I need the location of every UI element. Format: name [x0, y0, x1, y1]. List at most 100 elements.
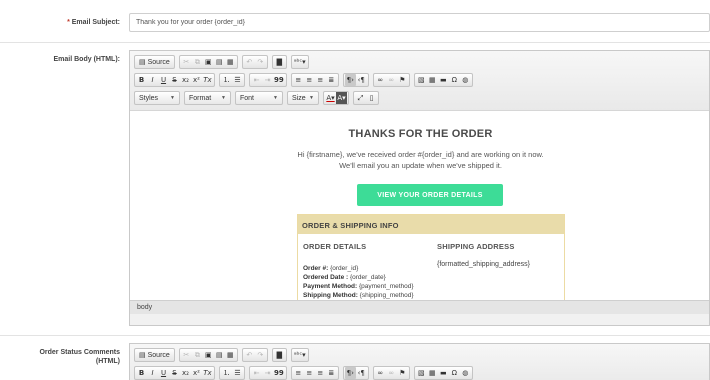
shipping-address-heading: SHIPPING ADDRESS — [437, 242, 515, 251]
redo-icon[interactable]: ↷ — [255, 349, 266, 361]
undo-icon[interactable]: ↶ — [244, 56, 255, 68]
strike-icon[interactable]: S — [169, 367, 180, 379]
email-intro: Hi {firstname}, we've received order #{o… — [297, 150, 544, 170]
superscript-icon[interactable]: x² — [191, 74, 202, 86]
undo-icon[interactable]: ↶ — [244, 349, 255, 361]
size-dropdown[interactable]: Size ▼ — [287, 91, 319, 105]
underline-icon[interactable]: U — [158, 367, 169, 379]
email-body-editor[interactable]: ▤ Source ✂ ⧉ ▣ ▤ ▦ ↶ ↷ ▇ ᵃᵇᶜ▾ B I U S x₂… — [129, 50, 710, 326]
font-dropdown[interactable]: Font ▼ — [235, 91, 283, 105]
ltr-icon[interactable]: ¶› — [344, 367, 356, 379]
view-order-details-button[interactable]: VIEW YOUR ORDER DETAILS — [357, 184, 503, 206]
outdent-icon[interactable]: ⇤ — [251, 74, 262, 86]
outdent-icon[interactable]: ⇤ — [251, 367, 262, 379]
italic-icon[interactable]: I — [147, 367, 158, 379]
rtl-icon[interactable]: ‹¶ — [356, 367, 367, 379]
paste-text-icon[interactable]: ▤ — [214, 56, 225, 68]
bulleted-list-icon[interactable]: ☰ — [232, 367, 243, 379]
paste-word-icon[interactable]: ▦ — [225, 349, 236, 361]
subscript-icon[interactable]: x₂ — [180, 367, 191, 379]
subscript-icon[interactable]: x₂ — [180, 74, 191, 86]
paste-icon[interactable]: ▣ — [203, 56, 214, 68]
anchor-flag-icon[interactable]: ⚑ — [397, 367, 408, 379]
text-color-icon[interactable]: A▾ — [325, 92, 336, 104]
element-path[interactable]: body — [137, 304, 152, 311]
link-icon[interactable]: ∞ — [375, 74, 386, 86]
indent-icon[interactable]: ⇥ — [262, 367, 273, 379]
align-right-icon[interactable]: ≡ — [315, 74, 326, 86]
bulleted-list-icon[interactable]: ☰ — [232, 74, 243, 86]
numbered-list-icon[interactable]: ⒈ — [221, 74, 232, 86]
format-dropdown[interactable]: Format ▼ — [184, 91, 231, 105]
email-body-label: Email Body (HTML): — [53, 56, 121, 63]
align-center-icon[interactable]: ≡ — [304, 74, 315, 86]
editor-statusbar: body — [130, 300, 709, 314]
numbered-list-icon[interactable]: ⒈ — [221, 367, 232, 379]
copy-icon[interactable]: ⧉ — [192, 349, 203, 361]
unlink-icon[interactable]: ∞ — [386, 367, 397, 379]
editor-toolbar: ▤ Source ✂ ⧉ ▣ ▤ ▦ ↶ ↷ ▇ ᵃᵇᶜ▾ B I U S x₂… — [130, 51, 709, 110]
iframe-icon[interactable]: ◍ — [460, 367, 471, 379]
bold-icon[interactable]: B — [136, 367, 147, 379]
source-icon: ▤ — [139, 59, 146, 66]
align-center-icon[interactable]: ≡ — [304, 367, 315, 379]
maximize-icon[interactable]: ⤢ — [355, 92, 366, 104]
source-button[interactable]: ▤ Source — [136, 56, 173, 68]
special-char-icon[interactable]: Ω — [449, 367, 460, 379]
horizontal-line-icon[interactable]: ▬ — [438, 367, 449, 379]
unlink-icon[interactable]: ∞ — [386, 74, 397, 86]
paste-icon[interactable]: ▣ — [203, 349, 214, 361]
copy-icon[interactable]: ⧉ — [192, 56, 203, 68]
align-right-icon[interactable]: ≡ — [315, 367, 326, 379]
shipping-address-column: SHIPPING ADDRESS {formatted_shipping_add… — [437, 242, 530, 269]
paste-word-icon[interactable]: ▦ — [225, 56, 236, 68]
table-icon[interactable]: ▦ — [427, 367, 438, 379]
email-subject-input[interactable] — [129, 13, 710, 32]
cut-icon[interactable]: ✂ — [181, 56, 192, 68]
superscript-icon[interactable]: x² — [191, 367, 202, 379]
align-left-icon[interactable]: ≡ — [293, 74, 304, 86]
align-left-icon[interactable]: ≡ — [293, 367, 304, 379]
indent-icon[interactable]: ⇥ — [262, 74, 273, 86]
justify-icon[interactable]: ≣ — [326, 74, 337, 86]
chevron-down-icon: ▼ — [273, 95, 278, 101]
spellcheck-icon[interactable]: ᵃᵇᶜ▾ — [293, 56, 307, 68]
source-button[interactable]: ▤ Source — [136, 349, 173, 361]
redo-icon[interactable]: ↷ — [255, 56, 266, 68]
bg-color-icon[interactable]: A▾ — [336, 92, 347, 104]
blockquote-icon[interactable]: 99 — [273, 367, 285, 379]
iframe-icon[interactable]: ◍ — [460, 74, 471, 86]
spellcheck-icon[interactable]: ᵃᵇᶜ▾ — [293, 349, 307, 361]
remove-format-icon[interactable]: Tx — [202, 367, 213, 379]
divider — [0, 42, 710, 43]
order-status-comments-editor[interactable]: ▤ Source ✂ ⧉ ▣ ▤ ▦ ↶ ↷ ▇ ᵃᵇᶜ▾ B I U S x₂… — [129, 343, 710, 380]
strike-icon[interactable]: S — [169, 74, 180, 86]
show-blocks-icon[interactable]: ▯ — [366, 92, 377, 104]
ltr-icon[interactable]: ¶› — [344, 74, 356, 86]
blockquote-icon[interactable]: 99 — [273, 74, 285, 86]
anchor-flag-icon[interactable]: ⚑ — [397, 74, 408, 86]
source-icon: ▤ — [139, 352, 146, 359]
underline-icon[interactable]: U — [158, 74, 169, 86]
remove-format-icon[interactable]: Tx — [202, 74, 213, 86]
chevron-down-icon: ▼ — [170, 95, 175, 101]
ordered-date-line: Ordered Date : {order_date} — [303, 274, 386, 281]
italic-icon[interactable]: I — [147, 74, 158, 86]
editor-content-area[interactable]: THANKS FOR THE ORDER Hi {firstname}, we'… — [130, 110, 709, 300]
justify-icon[interactable]: ≣ — [326, 367, 337, 379]
special-char-icon[interactable]: Ω — [449, 74, 460, 86]
image-icon[interactable]: ▧ — [416, 367, 427, 379]
order-details-column: ORDER DETAILS Order #: {order_id} Ordere… — [303, 242, 414, 300]
rtl-icon[interactable]: ‹¶ — [356, 74, 367, 86]
find-icon[interactable]: ▇ — [274, 56, 285, 68]
cut-icon[interactable]: ✂ — [181, 349, 192, 361]
editor-toolbar: ▤ Source ✂ ⧉ ▣ ▤ ▦ ↶ ↷ ▇ ᵃᵇᶜ▾ B I U S x₂… — [130, 344, 709, 380]
find-icon[interactable]: ▇ — [274, 349, 285, 361]
bold-icon[interactable]: B — [136, 74, 147, 86]
paste-text-icon[interactable]: ▤ — [214, 349, 225, 361]
table-icon[interactable]: ▦ — [427, 74, 438, 86]
image-icon[interactable]: ▧ — [416, 74, 427, 86]
horizontal-line-icon[interactable]: ▬ — [438, 74, 449, 86]
link-icon[interactable]: ∞ — [375, 367, 386, 379]
styles-dropdown[interactable]: Styles ▼ — [134, 91, 180, 105]
